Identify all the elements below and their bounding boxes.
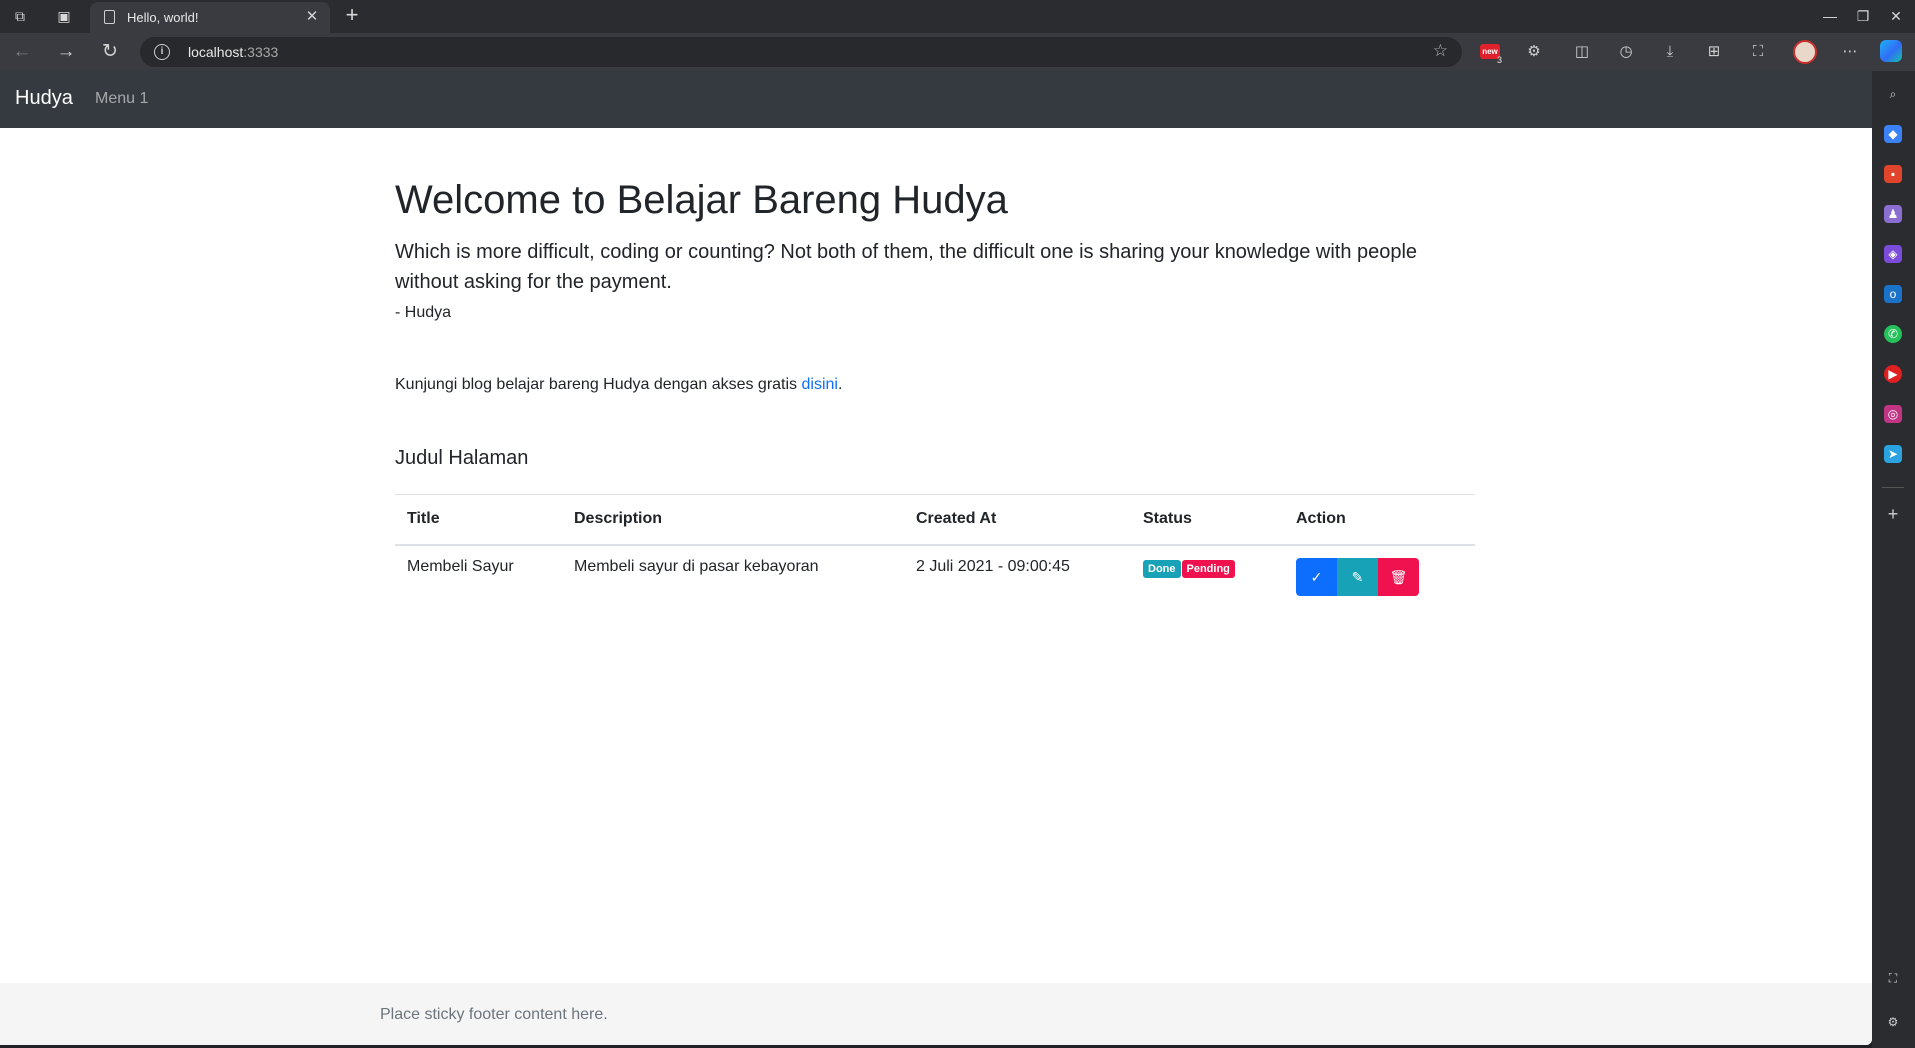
profile-avatar[interactable] [1793, 40, 1817, 64]
header-created-at: Created At [904, 494, 1131, 546]
instagram-icon[interactable]: ◎ [1884, 405, 1902, 423]
cell-action: ✓ ✎ 🗑 [1284, 545, 1475, 608]
new-tab-icon[interactable]: + [340, 4, 364, 28]
action-button-group: ✓ ✎ 🗑 [1296, 557, 1419, 596]
extensions-icon[interactable]: ⚙ [1522, 40, 1546, 64]
collections-icon[interactable]: ⊞ [1702, 40, 1726, 64]
sidebar-divider [1882, 487, 1904, 488]
mark-done-button[interactable]: ✓ [1296, 557, 1337, 596]
favorite-star-icon[interactable]: ☆ [1433, 41, 1448, 61]
site-info-icon[interactable]: i [154, 44, 170, 60]
site-navbar: Hudya Menu 1 [0, 71, 1872, 128]
tools-icon[interactable]: ▪ [1884, 165, 1902, 183]
split-screen-icon[interactable]: ◫ [1570, 40, 1594, 64]
browser-sidebar: ⌕ ◆ ▪ ♟ ◈ o ✆ ▶ ◎ ➤ + ⛶ ⚙ [1872, 71, 1915, 1048]
search-icon[interactable]: ⌕ [1884, 85, 1902, 103]
page-viewport: Hudya Menu 1 Welcome to Belajar Bareng H… [0, 71, 1872, 1045]
browser-tab-strip: ⧉ ▣ Hello, world! ✕ + — ❐ ✕ [0, 0, 1915, 33]
trash-icon: 🗑 [1389, 568, 1408, 585]
page-title: Judul Halaman [395, 447, 529, 469]
page-icon [104, 10, 115, 24]
data-table: Title Description Created At Status Acti… [395, 494, 1475, 608]
sidebar-settings-icon[interactable]: ⚙ [1884, 1013, 1902, 1031]
hero-title: Welcome to Belajar Bareng Hudya [395, 178, 1008, 222]
delete-button[interactable]: 🗑 [1378, 557, 1419, 596]
navbar-brand[interactable]: Hudya [15, 87, 73, 110]
header-title: Title [395, 494, 562, 546]
whatsapp-icon[interactable]: ✆ [1884, 325, 1902, 343]
pencil-icon: ✎ [1351, 568, 1364, 585]
url-text[interactable]: localhost:3333 [188, 44, 278, 60]
blog-link[interactable]: disini [802, 376, 838, 393]
refresh-icon[interactable]: ↻ [96, 39, 124, 65]
sidebar-screenshot-icon[interactable]: ⛶ [1884, 969, 1902, 987]
minimize-icon[interactable]: — [1815, 5, 1845, 27]
workspaces-icon[interactable]: ⧉ [8, 5, 32, 27]
blog-text: Kunjungi blog belajar bareng Hudya denga… [395, 376, 802, 393]
table-row: Membeli Sayur Membeli sayur di pasar keb… [395, 545, 1475, 608]
status-badge-done: Done [1143, 559, 1181, 578]
cell-description: Membeli sayur di pasar kebayoran [574, 557, 819, 575]
header-status: Status [1131, 494, 1284, 546]
shopping-tag-icon[interactable]: ◆ [1884, 125, 1902, 143]
footer-text: Place sticky footer content here. [380, 1006, 608, 1023]
header-description: Description [562, 494, 904, 546]
add-sidebar-app-icon[interactable]: + [1884, 505, 1902, 523]
downloads-icon[interactable]: ⤓ [1658, 40, 1682, 64]
screenshot-icon[interactable]: ⛶ [1746, 40, 1770, 64]
check-icon: ✓ [1310, 568, 1323, 585]
cell-created-at: 2 Juli 2021 - 09:00:45 [916, 557, 1070, 575]
youtube-icon[interactable]: ▶ [1884, 365, 1902, 383]
header-action: Action [1284, 494, 1475, 546]
office-icon[interactable]: ◈ [1884, 245, 1902, 263]
hero-lead: Which is more difficult, coding or count… [395, 241, 1418, 293]
browser-tab[interactable]: Hello, world! ✕ [90, 2, 330, 33]
status-badge-pending: Pending [1181, 559, 1235, 578]
forward-icon[interactable]: → [52, 39, 80, 65]
url-host: localhost [188, 44, 244, 60]
close-tab-icon[interactable]: ✕ [302, 7, 322, 27]
sticky-footer: Place sticky footer content here. [0, 983, 1872, 1045]
cell-status: Done Pending [1131, 545, 1284, 608]
extension-count: 3 [1497, 55, 1503, 65]
url-port: :3333 [243, 44, 279, 60]
browser-toolbar: ← → ↻ i localhost:3333 ☆ new 3 ⚙ ◫ ◷ ⤓ ⊞… [0, 33, 1915, 71]
close-window-icon[interactable]: ✕ [1881, 5, 1911, 27]
hero-author: - Hudya [395, 304, 452, 321]
cell-title: Membeli Sayur [407, 557, 514, 575]
blog-paragraph: Kunjungi blog belajar bareng Hudya denga… [395, 376, 842, 394]
tab-actions-icon[interactable]: ▣ [52, 5, 76, 27]
history-icon[interactable]: ◷ [1614, 40, 1638, 64]
edit-button[interactable]: ✎ [1337, 557, 1378, 596]
copilot-icon[interactable] [1880, 40, 1902, 62]
tab-title: Hello, world! [127, 10, 199, 25]
more-options-icon[interactable]: ⋯ [1838, 40, 1862, 64]
nav-menu-1[interactable]: Menu 1 [95, 90, 148, 108]
address-bar[interactable]: i localhost:3333 ☆ [140, 37, 1462, 67]
table-header-row: Title Description Created At Status Acti… [395, 494, 1475, 546]
blog-text-end: . [837, 376, 843, 393]
restore-icon[interactable]: ❐ [1848, 5, 1878, 27]
telegram-icon[interactable]: ➤ [1884, 445, 1902, 463]
outlook-icon[interactable]: o [1884, 285, 1902, 303]
back-icon[interactable]: ← [8, 39, 36, 65]
games-icon[interactable]: ♟ [1884, 205, 1902, 223]
